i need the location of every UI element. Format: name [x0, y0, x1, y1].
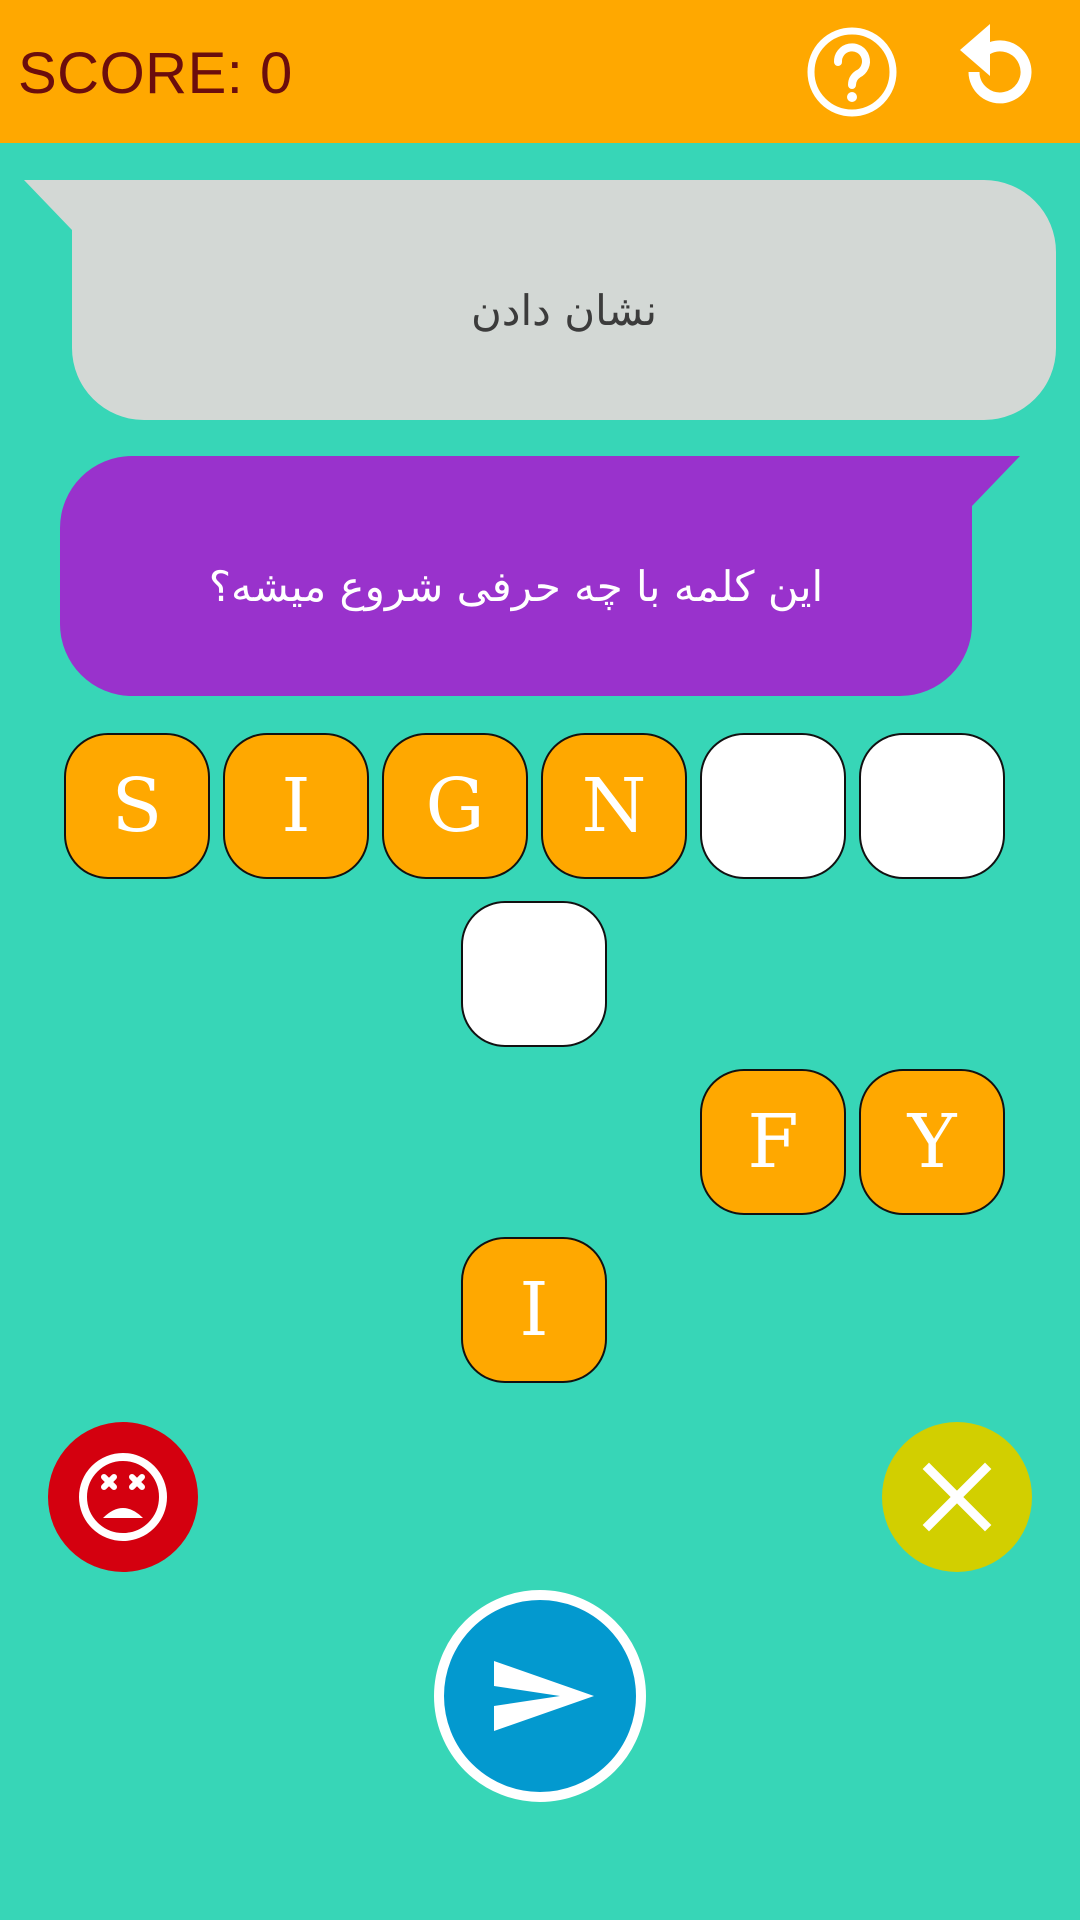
dead-face-icon — [79, 1453, 167, 1541]
answer-slot[interactable]: G — [382, 733, 528, 879]
letter-choice-tile[interactable]: Y — [859, 1069, 1005, 1215]
give-up-button[interactable] — [48, 1422, 198, 1572]
word-bubble: نشان دادن — [24, 180, 1056, 420]
letter-choice-tile[interactable]: F — [700, 1069, 846, 1215]
question-text: این کلمه با چه حرفی شروع میشه؟ — [208, 562, 824, 611]
send-button[interactable] — [434, 1590, 646, 1802]
clear-button[interactable] — [882, 1422, 1032, 1572]
top-bar: SCORE: 0 — [0, 0, 1080, 143]
letter-choice-tile[interactable]: I — [461, 1237, 607, 1383]
answer-slot[interactable] — [461, 901, 607, 1047]
answer-slot[interactable]: S — [64, 733, 210, 879]
restart-button[interactable] — [946, 22, 1046, 122]
send-arrow-icon — [494, 1661, 594, 1731]
word-meaning-text: نشان دادن — [470, 286, 658, 335]
close-x-icon — [922, 1462, 992, 1532]
restart-arrow-icon — [960, 24, 1032, 104]
question-circle-icon — [807, 27, 897, 117]
answer-slot[interactable] — [700, 733, 846, 879]
score-label: SCORE: 0 — [18, 41, 293, 106]
question-bubble: این کلمه با چه حرفی شروع میشه؟ — [60, 456, 1020, 696]
answer-slot[interactable]: N — [541, 733, 687, 879]
answer-slot[interactable] — [859, 733, 1005, 879]
help-button[interactable] — [802, 22, 902, 122]
answer-slot[interactable]: I — [223, 733, 369, 879]
